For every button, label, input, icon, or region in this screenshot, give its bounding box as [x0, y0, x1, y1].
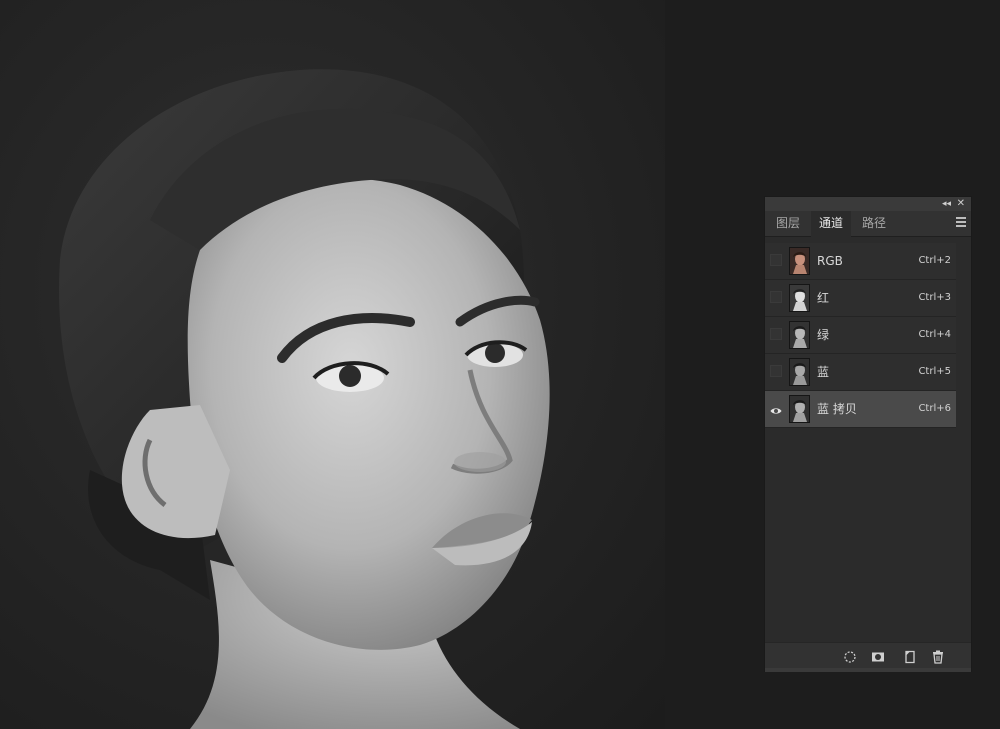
eye-icon [770, 408, 782, 414]
load-selection-icon[interactable] [843, 650, 857, 664]
channel-row-red[interactable]: 红 Ctrl+3 [765, 280, 957, 317]
gray-portrait-thumb-icon [790, 359, 809, 385]
channel-name: 蓝 [817, 365, 830, 379]
image-canvas[interactable] [0, 0, 665, 729]
channel-thumbnail [789, 395, 810, 423]
channel-shortcut: Ctrl+6 [918, 403, 951, 414]
channel-name: 蓝 拷贝 [817, 402, 857, 416]
gray-portrait-thumb-icon [790, 396, 809, 422]
collapse-panel-icon[interactable]: ◂◂ [942, 197, 951, 211]
panel-footer [765, 642, 971, 671]
channel-row-green[interactable]: 绿 Ctrl+4 [765, 317, 957, 354]
visibility-toggle[interactable] [770, 365, 782, 377]
channel-name: 红 [817, 291, 830, 305]
save-selection-icon[interactable] [871, 650, 885, 664]
channels-panel: ◂◂ ✕ 图层 通道 路径 RGB Ctrl+2 红 Ctrl+3 绿 Ctrl… [764, 196, 972, 672]
panel-menu-icon[interactable] [956, 217, 966, 229]
channel-row-blue[interactable]: 蓝 Ctrl+5 [765, 354, 957, 391]
channel-thumbnail [789, 321, 810, 349]
delete-channel-icon[interactable] [931, 650, 945, 664]
channel-thumbnail [789, 284, 810, 312]
panel-scrollbar[interactable] [956, 243, 970, 643]
panel-title-bar[interactable]: ◂◂ ✕ [765, 197, 971, 211]
channel-shortcut: Ctrl+3 [918, 292, 951, 303]
color-portrait-thumb-icon [790, 248, 809, 274]
channel-shortcut: Ctrl+4 [918, 329, 951, 340]
channel-shortcut: Ctrl+5 [918, 366, 951, 377]
gray-portrait-thumb-icon [790, 322, 809, 348]
channel-row-blue-copy[interactable]: 蓝 拷贝 Ctrl+6 [765, 391, 957, 428]
photoshop-workspace: ◂◂ ✕ 图层 通道 路径 RGB Ctrl+2 红 Ctrl+3 绿 Ctrl… [0, 0, 1000, 729]
close-panel-icon[interactable]: ✕ [957, 197, 965, 211]
channel-name: RGB [817, 254, 843, 268]
portrait-photo [59, 69, 550, 729]
channel-row-rgb[interactable]: RGB Ctrl+2 [765, 243, 957, 280]
tab-channels[interactable]: 通道 [811, 211, 851, 237]
tab-layers[interactable]: 图层 [769, 211, 807, 236]
visibility-toggle[interactable] [770, 291, 782, 303]
tab-paths[interactable]: 路径 [855, 211, 893, 236]
panel-tabs: 图层 通道 路径 [765, 211, 971, 237]
channel-thumbnail [789, 358, 810, 386]
channel-name: 绿 [817, 328, 830, 342]
panel-bottom-edge [765, 668, 971, 672]
channel-list: RGB Ctrl+2 红 Ctrl+3 绿 Ctrl+4 蓝 Ctrl+5 蓝 … [765, 243, 957, 428]
gray-portrait-thumb-icon [790, 285, 809, 311]
visibility-toggle[interactable] [770, 328, 782, 340]
channel-thumbnail [789, 247, 810, 275]
visibility-toggle[interactable] [770, 254, 782, 266]
channel-shortcut: Ctrl+2 [918, 255, 951, 266]
visibility-toggle[interactable] [770, 402, 782, 414]
new-channel-icon[interactable] [903, 650, 917, 664]
